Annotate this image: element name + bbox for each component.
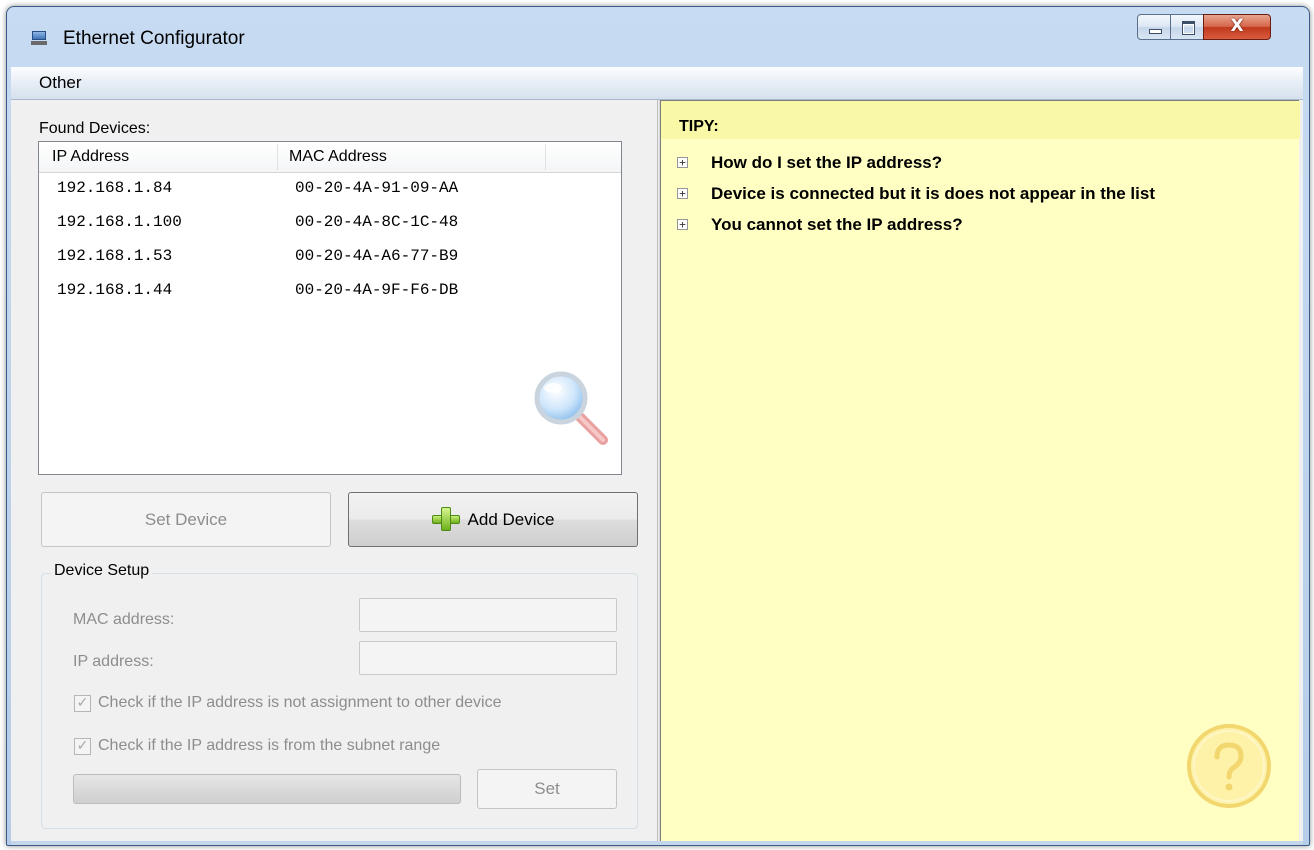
table-row[interactable]: 192.168.1.44 00-20-4A-9F-F6-DB xyxy=(39,276,621,310)
mac-cell: 00-20-4A-9F-F6-DB xyxy=(295,281,459,299)
set-button[interactable]: Set xyxy=(477,769,617,809)
devices-panel: Found Devices: IP Address MAC Address 19… xyxy=(11,100,657,841)
tip-text: How do I set the IP address? xyxy=(711,153,943,172)
device-list[interactable]: IP Address MAC Address 192.168.1.84 00-2… xyxy=(38,141,622,475)
mac-address-field[interactable] xyxy=(359,598,617,632)
mac-cell: 00-20-4A-8C-1C-48 xyxy=(295,213,459,231)
tips-panel: TIPY: + How do I set the IP address? + D… xyxy=(660,100,1300,841)
table-row[interactable]: 192.168.1.53 00-20-4A-A6-77-B9 xyxy=(39,242,621,276)
expand-icon[interactable]: + xyxy=(677,219,688,230)
check-subnet-checkbox[interactable]: ✓ xyxy=(74,738,91,755)
tips-title: TIPY: xyxy=(679,118,719,135)
tips-header: TIPY: xyxy=(661,101,1300,139)
window-title: Ethernet Configurator xyxy=(63,28,245,49)
network-app-icon xyxy=(31,31,47,45)
tip-text: Device is connected but it is does not a… xyxy=(711,184,1155,203)
question-mark-icon xyxy=(1187,724,1271,808)
search-magnifier-icon xyxy=(534,371,608,445)
check-assignment-label: Check if the IP address is not assignmen… xyxy=(98,694,502,711)
title-bar[interactable]: Ethernet Configurator X xyxy=(7,7,1309,67)
content-area: Found Devices: IP Address MAC Address 19… xyxy=(11,100,1303,841)
add-device-label: Add Device xyxy=(467,510,555,529)
found-devices-label: Found Devices: xyxy=(39,120,151,137)
device-list-header: IP Address MAC Address xyxy=(39,142,621,173)
table-row[interactable]: 192.168.1.100 00-20-4A-8C-1C-48 xyxy=(39,208,621,242)
maximize-icon xyxy=(1182,21,1195,35)
menu-item-other[interactable]: Other xyxy=(39,73,82,93)
column-header-mac[interactable]: MAC Address xyxy=(289,148,387,166)
expand-icon[interactable]: + xyxy=(677,188,688,199)
table-row[interactable]: 192.168.1.84 00-20-4A-91-09-AA xyxy=(39,174,621,208)
close-button[interactable]: X xyxy=(1203,14,1271,40)
plus-icon xyxy=(431,506,460,531)
mac-cell: 00-20-4A-91-09-AA xyxy=(295,179,459,197)
check-subnet-label: Check if the IP address is from the subn… xyxy=(98,737,441,754)
maximize-button[interactable] xyxy=(1170,14,1204,40)
mac-address-label: MAC address: xyxy=(73,611,175,628)
ip-cell: 192.168.1.84 xyxy=(57,179,173,197)
column-header-ip[interactable]: IP Address xyxy=(52,148,129,166)
device-setup-legend: Device Setup xyxy=(51,562,153,580)
expand-icon[interactable]: + xyxy=(677,157,688,168)
minimize-button[interactable] xyxy=(1137,14,1171,40)
close-icon: X xyxy=(1230,16,1244,36)
ip-cell: 192.168.1.100 xyxy=(57,213,182,231)
main-window: Ethernet Configurator X Other Found Devi… xyxy=(6,6,1310,846)
mac-cell: 00-20-4A-A6-77-B9 xyxy=(295,247,459,265)
window-bottom-border xyxy=(11,841,1303,845)
column-separator[interactable] xyxy=(277,144,278,170)
setup-progress-bar xyxy=(73,774,461,804)
menu-bar: Other xyxy=(11,67,1303,100)
ip-cell: 192.168.1.53 xyxy=(57,247,173,265)
minimize-icon xyxy=(1149,29,1162,34)
ip-address-field[interactable] xyxy=(359,641,617,675)
set-device-button[interactable]: Set Device xyxy=(41,492,331,547)
tip-text: You cannot set the IP address? xyxy=(711,215,963,234)
check-assignment-checkbox[interactable]: ✓ xyxy=(74,695,91,712)
add-device-button[interactable]: Add Device xyxy=(348,492,638,547)
ip-cell: 192.168.1.44 xyxy=(57,281,173,299)
ip-address-label: IP address: xyxy=(73,653,154,670)
column-separator[interactable] xyxy=(545,144,546,170)
